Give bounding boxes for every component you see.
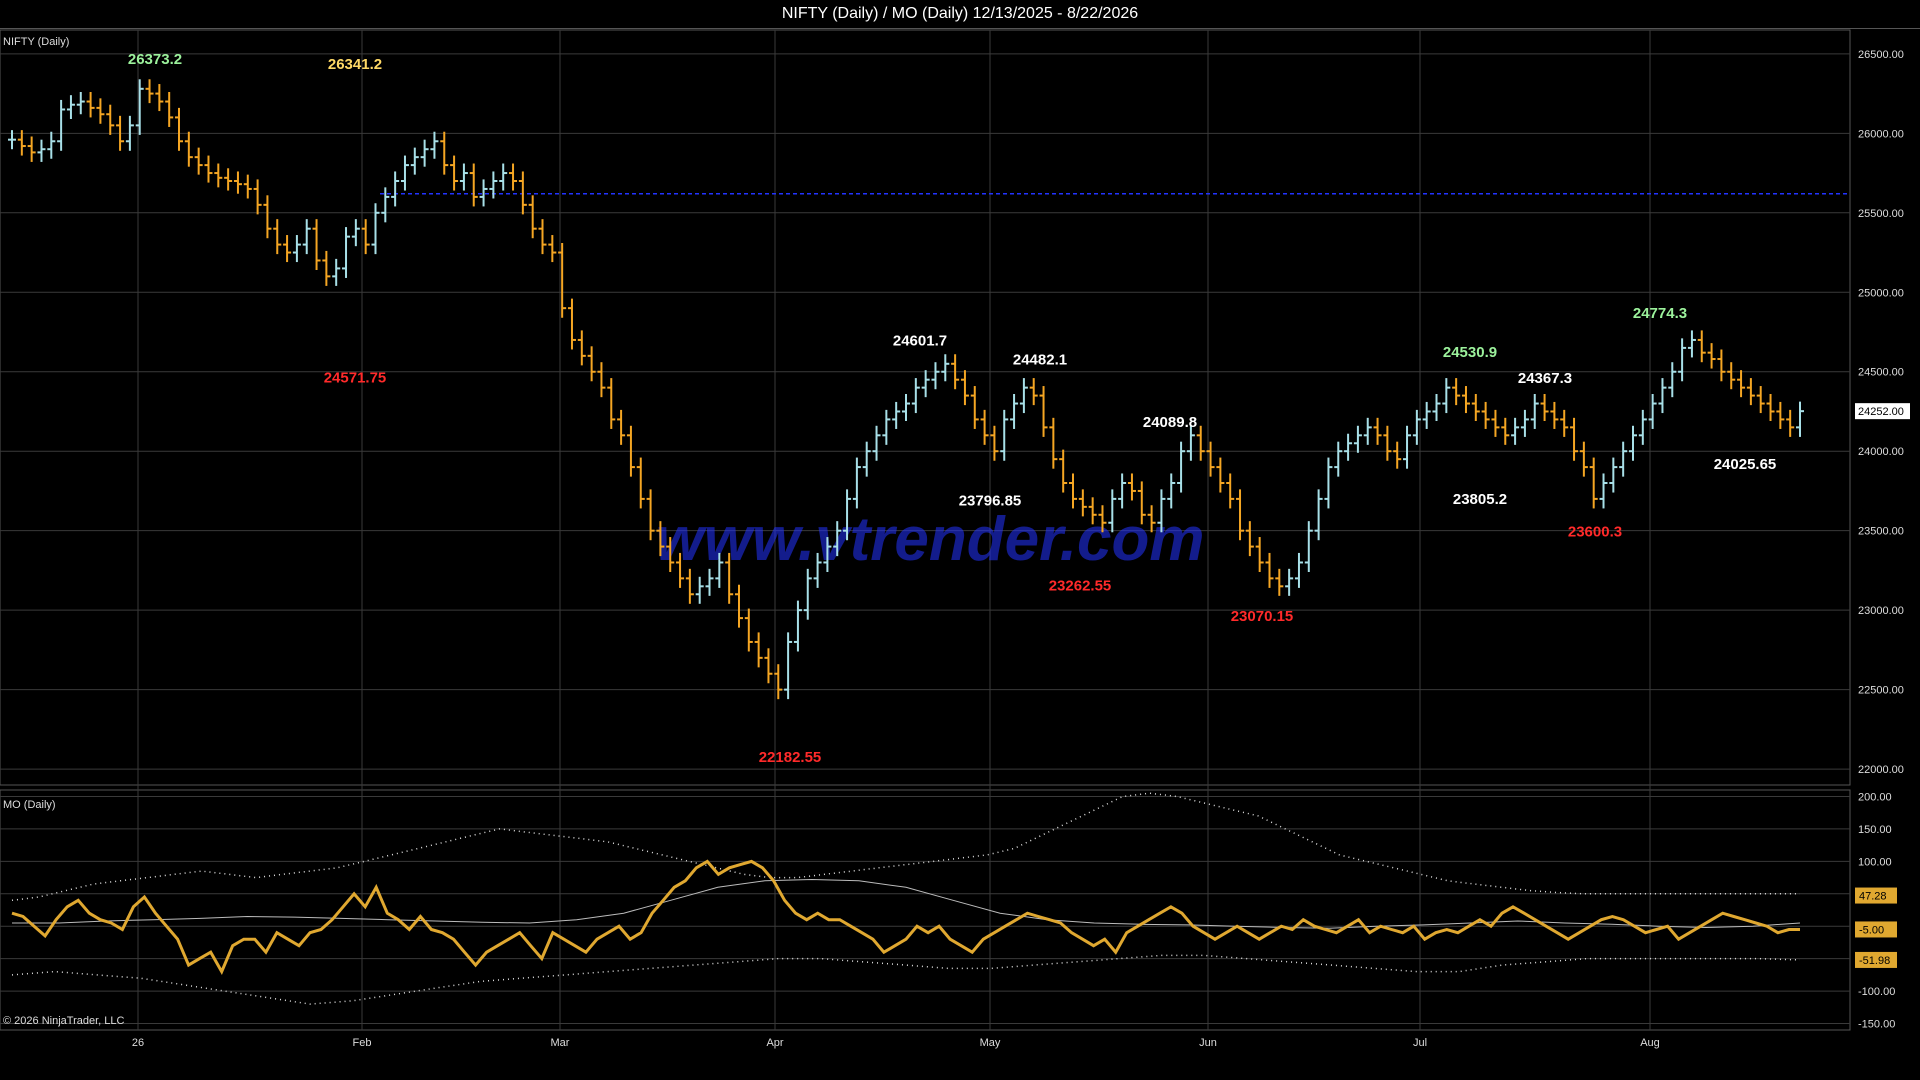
x-tick-label: Jun bbox=[1199, 1037, 1217, 1049]
osc-marker-label: 47.28 bbox=[1859, 891, 1887, 903]
price-annotation: 23796.85 bbox=[959, 493, 1022, 510]
x-tick-label: Mar bbox=[551, 1037, 570, 1049]
osc-upper-band bbox=[11, 792, 1800, 902]
x-tick-label: Aug bbox=[1640, 1037, 1660, 1049]
x-tick-label: Feb bbox=[353, 1037, 372, 1049]
price-tick-label: 22000.00 bbox=[1858, 764, 1904, 776]
price-tick-label: 25500.00 bbox=[1858, 208, 1904, 220]
copyright: © 2026 NinjaTrader, LLC bbox=[3, 1015, 124, 1027]
price-tick-label: 26000.00 bbox=[1858, 128, 1904, 140]
price-annotation: 24530.9 bbox=[1443, 344, 1497, 361]
price-annotation: 24482.1 bbox=[1013, 352, 1067, 369]
price-panel bbox=[0, 29, 1851, 786]
price-annotation: 22182.55 bbox=[759, 749, 822, 766]
price-tick-label: 26500.00 bbox=[1858, 49, 1904, 61]
osc-mid-line bbox=[12, 878, 1801, 929]
price-annotation: 23262.55 bbox=[1049, 577, 1112, 594]
x-tick-label: 26 bbox=[132, 1037, 144, 1049]
price-annotation: 23600.3 bbox=[1568, 524, 1622, 541]
price-tick-label: 22500.00 bbox=[1858, 685, 1904, 697]
osc-marker-label: -51.98 bbox=[1859, 955, 1890, 967]
price-annotation: 23070.15 bbox=[1231, 608, 1294, 625]
price-tick-label: 23000.00 bbox=[1858, 605, 1904, 617]
price-tick-label: 24000.00 bbox=[1858, 446, 1904, 458]
price-annotation: 24571.75 bbox=[324, 369, 387, 386]
osc-tick-label: 200.00 bbox=[1858, 791, 1892, 803]
price-annotation: 24089.8 bbox=[1143, 414, 1197, 431]
price-annotation: 26341.2 bbox=[328, 56, 382, 73]
x-tick-label: Apr bbox=[766, 1037, 783, 1049]
price-annotation: 24367.3 bbox=[1518, 370, 1572, 387]
price-tick-label: 24500.00 bbox=[1858, 367, 1904, 379]
osc-marker-label: -5.00 bbox=[1859, 924, 1884, 936]
x-tick-label: May bbox=[980, 1037, 1001, 1049]
osc-tick-label: 100.00 bbox=[1858, 856, 1892, 868]
osc-tick-label: -150.00 bbox=[1858, 1019, 1895, 1031]
watermark: www.vtrender.com bbox=[656, 505, 1205, 574]
price-tick-label: 23500.00 bbox=[1858, 526, 1904, 538]
osc-tick-label: 150.00 bbox=[1858, 824, 1892, 836]
osc-tick-label: -100.00 bbox=[1858, 986, 1895, 998]
osc-lower-band bbox=[11, 954, 1801, 1005]
last-price-label: 24252.00 bbox=[1858, 406, 1904, 418]
oscillator-panel bbox=[0, 789, 1851, 1031]
price-annotation: 24774.3 bbox=[1633, 305, 1687, 322]
price-tick-label: 25000.00 bbox=[1858, 287, 1904, 299]
price-annotation: 23805.2 bbox=[1453, 491, 1507, 508]
price-annotation: 24601.7 bbox=[893, 333, 947, 350]
chart-canvas[interactable]: 26500.00 26000.00 25500.00 25000.00 24500.00… bbox=[0, 0, 1920, 1080]
x-tick-label: Jul bbox=[1413, 1037, 1427, 1049]
osc-panel-label: MO (Daily) bbox=[3, 799, 56, 811]
price-annotation: 26373.2 bbox=[128, 51, 182, 68]
price-panel-label: NIFTY (Daily) bbox=[3, 36, 69, 48]
price-annotation: 24025.65 bbox=[1714, 456, 1777, 473]
